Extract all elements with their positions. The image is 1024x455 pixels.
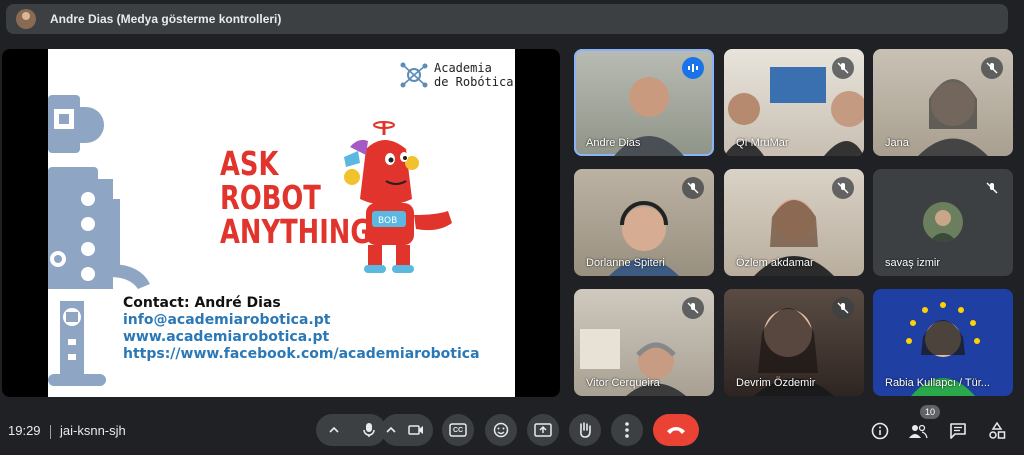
hand-icon — [580, 422, 591, 438]
logo-line-2: de Robótica — [434, 75, 514, 89]
contact-label: Contact: André Dias — [123, 295, 281, 311]
divider — [50, 425, 51, 439]
participant-tile[interactable]: Devrim Özdemir — [724, 289, 864, 396]
contact-email: info@academiarobotica.pt — [123, 312, 331, 328]
robot-badge-text: BOB — [378, 216, 397, 226]
chevron-up-icon — [386, 426, 396, 433]
mic-off-icon — [832, 57, 854, 79]
presentation-slide: Academia de Robótica ASK ROBOT ANYTHING … — [48, 49, 515, 397]
participant-tile[interactable]: Andre Dias — [574, 49, 714, 156]
participant-tile[interactable]: savaş izmir — [873, 169, 1013, 276]
leave-call-button[interactable] — [653, 414, 699, 446]
contact-website: www.academiarobotica.pt — [123, 329, 330, 345]
participant-name: savaş izmir — [885, 257, 941, 269]
participant-name: Dorlanne Spiteri — [586, 257, 665, 269]
academia-logo: Academia de Robótica — [398, 59, 513, 91]
participant-name: Vitor Cerqueira — [586, 377, 660, 389]
mic-off-icon — [682, 177, 704, 199]
participant-tile[interactable]: QI MruMar — [724, 49, 864, 156]
present-button[interactable] — [527, 414, 559, 446]
clock-time: 19:29 — [8, 423, 41, 438]
info-icon — [871, 422, 889, 440]
participant-tile[interactable]: Dorlanne Spiteri — [574, 169, 714, 276]
participant-avatar — [923, 202, 963, 242]
camera-control — [381, 414, 433, 446]
video-camera-icon — [408, 425, 423, 435]
participant-name: Andre Dias — [586, 137, 641, 149]
participant-name: Rabia Kullapcı / Tür... — [885, 377, 990, 389]
camera-options-button[interactable] — [381, 414, 401, 446]
participant-name: Devrim Özdemir — [736, 377, 816, 389]
participant-tile[interactable]: Vitor Cerqueira — [574, 289, 714, 396]
captions-button[interactable]: CC — [442, 414, 474, 446]
mic-options-button[interactable] — [316, 414, 351, 446]
people-button[interactable] — [906, 419, 930, 443]
presentation-stage: Academia de Robótica ASK ROBOT ANYTHING … — [2, 49, 560, 397]
mic-off-icon — [832, 297, 854, 319]
chevron-up-icon — [328, 426, 339, 433]
presenter-avatar — [16, 9, 36, 29]
participant-name: Özlem akdamar — [736, 257, 814, 269]
mic-off-icon — [981, 57, 1003, 79]
raise-hand-button[interactable] — [569, 414, 601, 446]
people-icon — [909, 424, 928, 439]
captions-label: CC — [452, 426, 464, 434]
logo-line-1: Academia — [434, 61, 492, 75]
participant-tile[interactable]: Rabia Kullapcı / Tür... — [873, 289, 1013, 396]
chat-icon — [950, 423, 966, 439]
participant-tile[interactable]: Jana — [873, 49, 1013, 156]
mic-off-icon — [832, 177, 854, 199]
participant-name: Jana — [885, 137, 909, 149]
activities-button[interactable] — [985, 419, 1009, 443]
bottom-toolbar: 19:29 jai-ksnn-sjh CC 10 — [0, 405, 1024, 455]
activities-shapes-icon — [989, 422, 1006, 439]
people-count-badge: 10 — [920, 405, 940, 419]
presenter-bar[interactable]: Andre Dias (Medya gösterme kontrolleri) — [6, 4, 1008, 34]
emoji-icon — [493, 422, 509, 438]
speaking-indicator-icon — [682, 57, 704, 79]
meeting-code[interactable]: jai-ksnn-sjh — [60, 423, 126, 438]
contact-facebook: https://www.facebook.com/academiarobotic… — [123, 346, 480, 362]
more-vertical-icon — [625, 422, 629, 438]
present-screen-icon — [534, 423, 552, 437]
presenter-title: Andre Dias (Medya gösterme kontrolleri) — [50, 12, 282, 26]
participant-name: QI MruMar — [736, 137, 789, 149]
meeting-details-button[interactable] — [868, 419, 892, 443]
participant-tile[interactable]: Özlem akdamar — [724, 169, 864, 276]
microphone-icon — [362, 423, 375, 437]
camera-button[interactable] — [401, 414, 431, 446]
more-options-button[interactable] — [611, 414, 643, 446]
chat-button[interactable] — [946, 419, 970, 443]
reactions-button[interactable] — [485, 414, 517, 446]
molecule-icon — [400, 62, 428, 88]
red-robot-illustration: BOB — [344, 121, 452, 273]
mic-off-icon — [981, 177, 1003, 199]
mic-control — [316, 414, 386, 446]
contact-block: Contact: André Dias info@academiarobotic… — [123, 295, 480, 363]
hang-up-icon — [667, 427, 685, 434]
mic-off-icon — [682, 297, 704, 319]
